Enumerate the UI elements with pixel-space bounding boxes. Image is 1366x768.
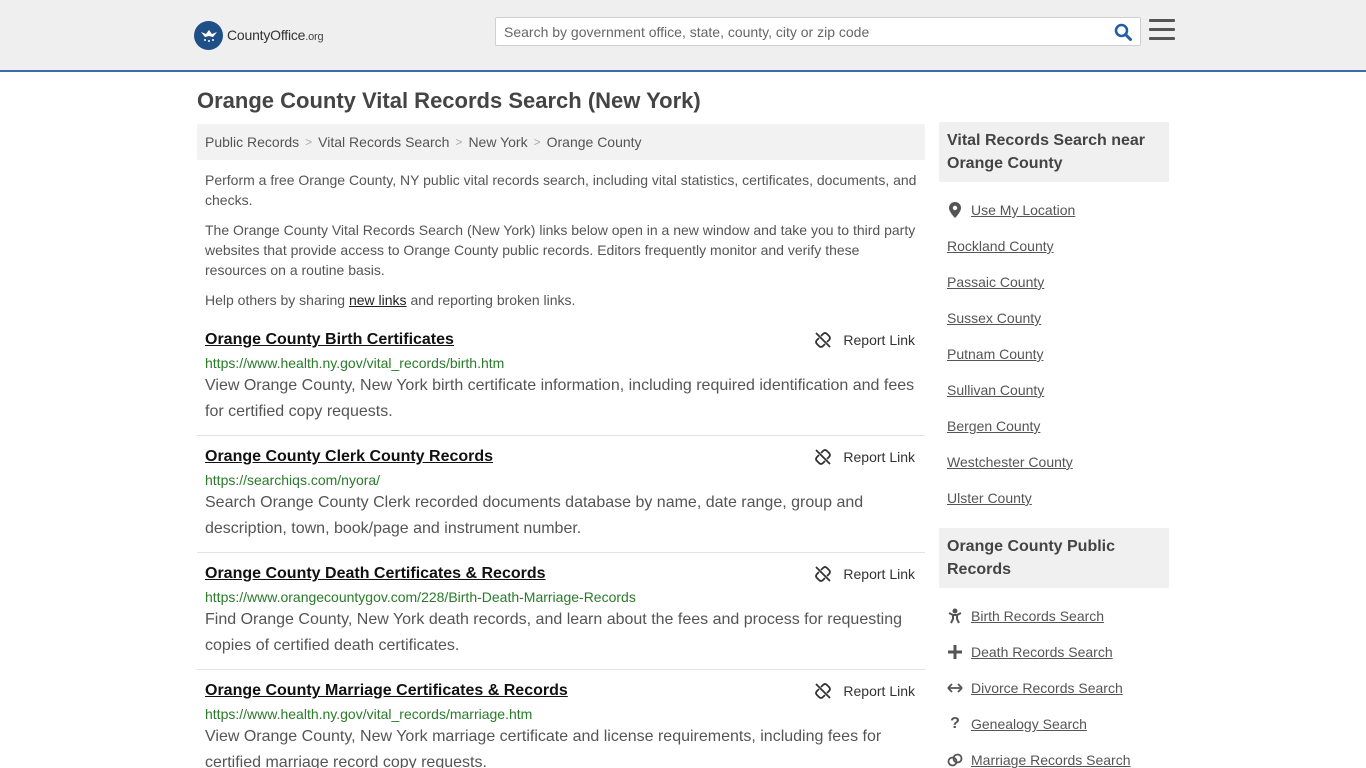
public-records-list: Birth Records Search Death Records Searc…: [939, 588, 1169, 768]
report-link-label: Report Link: [843, 566, 915, 582]
intro-paragraph: The Orange County Vital Records Search (…: [205, 222, 916, 278]
listing-url[interactable]: https://www.orangecountygov.com/228/Birt…: [205, 589, 917, 605]
hamburger-menu-icon[interactable]: [1149, 19, 1175, 43]
nearby-county-link[interactable]: Westchester County: [947, 454, 1073, 470]
list-item: Ulster County: [947, 480, 1161, 516]
list-item: Putnam County: [947, 336, 1161, 372]
listing-url[interactable]: https://www.health.ny.gov/vital_records/…: [205, 355, 917, 371]
report-link-button[interactable]: Report Link: [815, 447, 915, 467]
list-item: ? Genealogy Search: [947, 706, 1161, 742]
chevron-right-icon: >: [305, 135, 313, 149]
listing-description: View Orange County, New York birth certi…: [205, 377, 915, 420]
search-input[interactable]: [496, 18, 1106, 45]
nearby-county-link[interactable]: Bergen County: [947, 418, 1040, 434]
baby-icon: [947, 608, 963, 624]
list-item: Orange County Marriage Certificates & Re…: [197, 681, 925, 768]
nearby-county-link[interactable]: Ulster County: [947, 490, 1032, 506]
listing-url[interactable]: https://www.health.ny.gov/vital_records/…: [205, 706, 917, 722]
list-item: Death Records Search: [947, 634, 1161, 670]
listing-description: View Orange County, New York marriage ce…: [205, 728, 882, 768]
list-item: Orange County Birth Certificates https:/…: [197, 330, 925, 436]
broken-link-icon: [815, 566, 832, 582]
listing-url[interactable]: https://searchiqs.com/nyora/: [205, 472, 917, 488]
genealogy-search-link[interactable]: Genealogy Search: [971, 716, 1087, 732]
list-item: Marriage Records Search: [947, 742, 1161, 768]
list-item: Use My Location: [947, 192, 1161, 228]
search-icon[interactable]: [1112, 21, 1134, 43]
breadcrumb-new-york[interactable]: New York: [468, 134, 527, 150]
question-icon: ?: [950, 715, 960, 732]
logo-wordmark: CountyOffice.org: [227, 27, 324, 43]
new-links-link[interactable]: new links: [349, 292, 407, 308]
sidebar: Vital Records Search near Orange County …: [939, 122, 1169, 768]
listing-title-link[interactable]: Orange County Death Certificates & Recor…: [205, 564, 917, 584]
report-link-button[interactable]: Report Link: [815, 564, 915, 584]
records-list: Orange County Birth Certificates https:/…: [197, 330, 925, 768]
death-records-link[interactable]: Death Records Search: [971, 644, 1113, 660]
breadcrumb-public-records[interactable]: Public Records: [205, 134, 299, 150]
breadcrumb: Public Records > Vital Records Search > …: [197, 124, 925, 160]
share-paragraph: Help others by sharing new links and rep…: [205, 292, 576, 308]
list-item: Passaic County: [947, 264, 1161, 300]
report-link-button[interactable]: Report Link: [815, 681, 915, 701]
list-item: Birth Records Search: [947, 598, 1161, 634]
search-bar: [495, 17, 1141, 46]
report-link-button[interactable]: Report Link: [815, 330, 915, 350]
list-item: Divorce Records Search: [947, 670, 1161, 706]
top-header: CountyOffice.org: [0, 0, 1366, 72]
nearby-county-link[interactable]: Sullivan County: [947, 382, 1044, 398]
nearby-county-link[interactable]: Putnam County: [947, 346, 1044, 362]
list-item: Bergen County: [947, 408, 1161, 444]
chevron-right-icon: >: [455, 135, 463, 149]
list-item: Rockland County: [947, 228, 1161, 264]
nearby-heading: Vital Records Search near Orange County: [939, 122, 1169, 182]
list-item: Sussex County: [947, 300, 1161, 336]
broken-link-icon: [815, 449, 832, 465]
nearby-county-link[interactable]: Sussex County: [947, 310, 1041, 326]
report-link-label: Report Link: [843, 683, 915, 699]
listing-title-link[interactable]: Orange County Birth Certificates: [205, 330, 917, 350]
list-item: Orange County Death Certificates & Recor…: [197, 564, 925, 670]
use-my-location-link[interactable]: Use My Location: [971, 202, 1075, 218]
divorce-records-link[interactable]: Divorce Records Search: [971, 680, 1123, 696]
listing-title-link[interactable]: Orange County Clerk County Records: [205, 447, 917, 467]
nearby-list: Use My Location Rockland County Passaic …: [939, 182, 1169, 528]
intro-text: Perform a free Orange County, NY public …: [197, 170, 925, 310]
breadcrumb-orange-county: Orange County: [546, 134, 642, 150]
breadcrumb-vital-records-search[interactable]: Vital Records Search: [318, 134, 449, 150]
birth-records-link[interactable]: Birth Records Search: [971, 608, 1104, 624]
rings-icon: [947, 752, 963, 768]
intro-paragraph: Perform a free Orange County, NY public …: [205, 172, 917, 208]
report-link-label: Report Link: [843, 332, 915, 348]
listing-description: Search Orange County Clerk recorded docu…: [205, 494, 864, 537]
list-item: Westchester County: [947, 444, 1161, 480]
broken-link-icon: [815, 683, 832, 699]
eagle-logo-icon: [194, 20, 223, 50]
listing-description: Find Orange County, New York death recor…: [205, 611, 903, 654]
public-records-heading: Orange County Public Records: [939, 528, 1169, 588]
list-item: Sullivan County: [947, 372, 1161, 408]
chevron-right-icon: >: [533, 135, 541, 149]
listing-title-link[interactable]: Orange County Marriage Certificates & Re…: [205, 681, 917, 701]
site-logo[interactable]: CountyOffice.org: [194, 20, 324, 50]
main-content: Public Records > Vital Records Search > …: [197, 124, 925, 768]
broken-link-icon: [815, 332, 832, 348]
list-item: Orange County Clerk County Records https…: [197, 447, 925, 553]
cross-icon: [947, 644, 963, 660]
marriage-records-link[interactable]: Marriage Records Search: [971, 752, 1131, 768]
map-pin-icon: [947, 202, 963, 218]
nearby-county-link[interactable]: Rockland County: [947, 238, 1054, 254]
page-title: Orange County Vital Records Search (New …: [197, 88, 701, 113]
arrows-horizontal-icon: [947, 680, 963, 696]
nearby-county-link[interactable]: Passaic County: [947, 274, 1044, 290]
report-link-label: Report Link: [843, 449, 915, 465]
